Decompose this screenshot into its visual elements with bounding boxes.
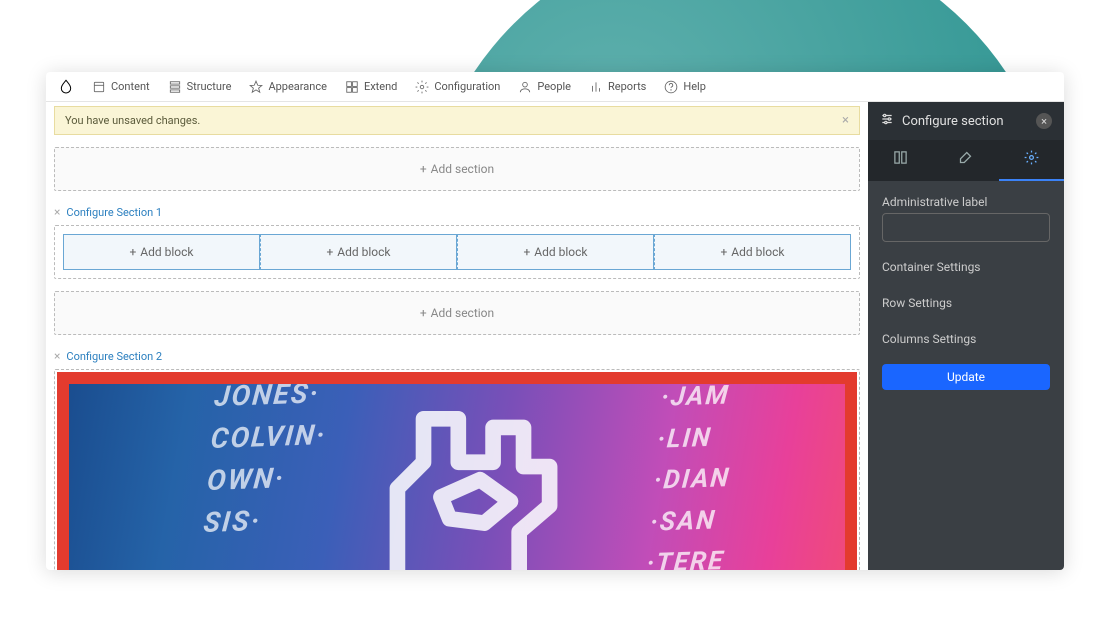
layout-canvas: You have unsaved changes. × + Add sectio… [46,102,868,570]
panel-title: Configure section [902,114,1004,129]
tab-style[interactable] [933,140,998,181]
hero-names-left: JONES· COLVIN· OWN· SIS· [201,384,331,544]
nav-content[interactable]: Content [92,80,150,94]
nav-label: Extend [364,80,397,93]
admin-label-input[interactable] [882,213,1050,242]
drupal-logo-icon[interactable] [58,79,74,95]
plus-icon: + [720,245,727,259]
nav-help[interactable]: Help [664,80,706,94]
admin-label-field: Administrative label [882,195,1050,242]
nav-appearance[interactable]: Appearance [249,80,327,94]
add-block-label: Add block [337,245,390,259]
section-title: Configure Section 2 [66,350,162,363]
section-1-row: + Add block + Add block + Add block + Add bl… [54,225,860,279]
nav-label: Appearance [268,80,327,93]
add-section-label: Add section [431,306,495,320]
update-button[interactable]: Update [882,364,1050,390]
add-section-button[interactable]: + Add section [54,291,860,335]
section-2-hero[interactable]: JONES· COLVIN· OWN· SIS· ·JAM ·LIN ·DIAN… [54,369,860,570]
plus-icon: + [420,306,427,320]
section-close-icon[interactable]: × [54,205,60,219]
alert-close-icon[interactable]: × [842,113,849,128]
add-block-button[interactable]: + Add block [654,234,851,270]
nav-label: People [537,80,571,93]
field-label: Administrative label [882,195,1050,209]
section-1-header[interactable]: × Configure Section 1 [54,205,860,219]
alert-message: You have unsaved changes. [65,114,200,127]
configure-section-panel: Configure section × Administrative label [868,102,1064,570]
admin-toolbar: Content Structure Appearance Extend Conf… [46,72,1064,102]
add-block-button[interactable]: + Add block [63,234,260,270]
plus-icon: + [326,245,333,259]
tab-settings[interactable] [999,140,1064,181]
panel-close-icon[interactable]: × [1036,113,1052,129]
hero-image: JONES· COLVIN· OWN· SIS· ·JAM ·LIN ·DIAN… [69,384,845,570]
plus-icon: + [523,245,530,259]
nav-label: Configuration [434,80,500,93]
app-window: Content Structure Appearance Extend Conf… [46,72,1064,570]
accordion-container-settings[interactable]: Container Settings [882,256,1050,278]
hero-names-right: ·JAM ·LIN ·DIAN ·SAN ·TERE ·WILLIE [641,384,763,570]
section-title: Configure Section 1 [66,206,162,219]
add-block-button[interactable]: + Add block [260,234,457,270]
nav-label: Help [683,80,706,93]
nav-people[interactable]: People [518,80,571,94]
add-block-label: Add block [534,245,587,259]
nav-label: Reports [608,80,646,93]
plus-icon: + [129,245,136,259]
add-section-button[interactable]: + Add section [54,147,860,191]
accordion-row-settings[interactable]: Row Settings [882,292,1050,314]
nav-label: Content [111,80,150,93]
nav-configuration[interactable]: Configuration [415,80,500,94]
fist-icon [317,384,617,570]
add-block-label: Add block [731,245,784,259]
sliders-icon [880,112,894,130]
nav-reports[interactable]: Reports [589,80,646,94]
add-block-label: Add block [140,245,193,259]
panel-header: Configure section × [868,102,1064,140]
section-close-icon[interactable]: × [54,349,60,363]
plus-icon: + [420,162,427,176]
nav-extend[interactable]: Extend [345,80,397,94]
tab-layout[interactable] [868,140,933,181]
add-block-button[interactable]: + Add block [457,234,654,270]
nav-structure[interactable]: Structure [168,80,232,94]
add-section-label: Add section [431,162,495,176]
accordion-columns-settings[interactable]: Columns Settings [882,328,1050,350]
panel-tabs [868,140,1064,181]
section-2-header[interactable]: × Configure Section 2 [54,349,860,363]
nav-label: Structure [187,80,232,93]
unsaved-changes-alert: You have unsaved changes. × [54,106,860,135]
